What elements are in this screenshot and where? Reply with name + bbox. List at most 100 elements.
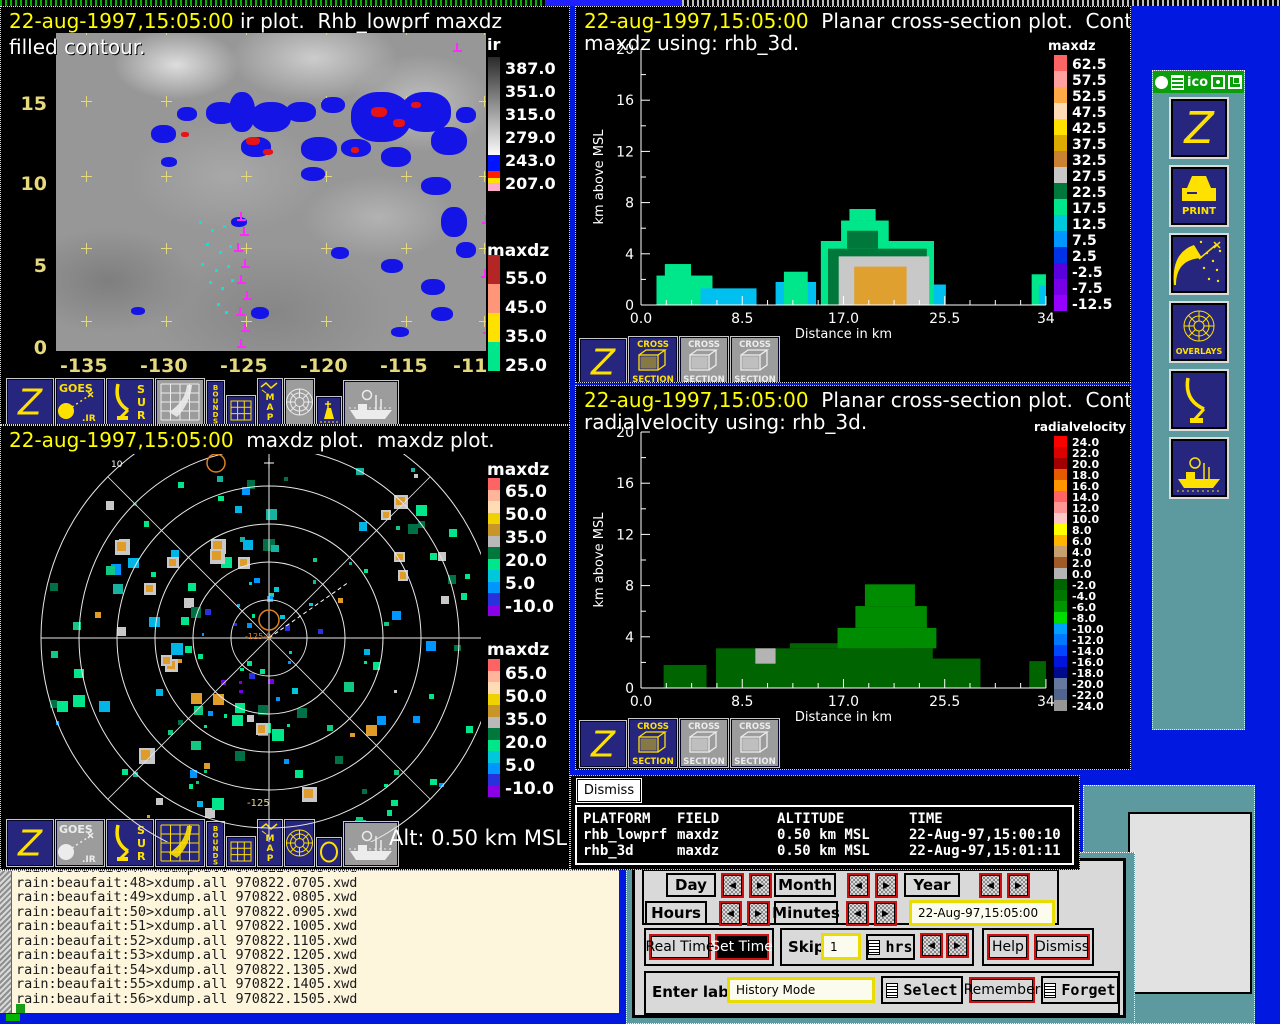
table-header: FIELD [677, 811, 719, 827]
minutes-prev-arrow[interactable]: ◀ [846, 901, 869, 926]
svg-text:R: R [137, 850, 146, 863]
cross-section-plot[interactable]: 0481216200.08.517.025.534Distance in kmk… [576, 7, 1131, 343]
menu-circle-icon[interactable] [1155, 76, 1168, 89]
panel-ir-map: 22-aug-1997,15:05:00 ir plot. Rhb_lowprf… [0, 6, 570, 425]
grid-cross [161, 243, 172, 254]
maximize-button[interactable] [1228, 75, 1242, 89]
cold-cloud-contour [161, 157, 177, 167]
year-next-arrow[interactable]: ▶ [1007, 873, 1030, 898]
xsect-icon[interactable]: CROSS SECTION [629, 719, 677, 767]
colorbar-segment [1054, 436, 1067, 447]
skip-next-arrow[interactable]: ▶ [946, 933, 969, 958]
xsect-icon[interactable]: CROSS SECTION [680, 337, 728, 383]
antenna-icon[interactable] [1171, 371, 1227, 429]
colorbar-segment [1054, 579, 1067, 590]
shipbig-icon[interactable] [1171, 439, 1227, 497]
table-cell: 0.50 km MSL [777, 827, 870, 843]
cross-section-plot[interactable]: 0481216200.08.517.025.534Distance in kmk… [576, 386, 1131, 726]
xsect-icon[interactable]: CROSS SECTION [731, 719, 779, 767]
real-time-button[interactable]: Real Time [649, 934, 711, 960]
iconify-button[interactable] [1211, 75, 1225, 89]
satdish-icon[interactable] [1171, 235, 1227, 293]
remember-button[interactable]: Remember [969, 977, 1035, 1003]
overlays-icon[interactable]: OVERLAYS [1171, 303, 1227, 361]
colorbar-tick: 17.5 [1072, 201, 1107, 217]
month-next-arrow[interactable]: ▶ [875, 873, 898, 898]
axis-label: 8 [625, 196, 634, 212]
gridradar-icon[interactable] [156, 379, 204, 425]
hours-next-arrow[interactable]: ▶ [747, 901, 770, 926]
day-prev-arrow[interactable]: ◀ [721, 873, 744, 898]
skip-prev-arrow[interactable]: ◀ [920, 933, 943, 958]
colorbar-segment [488, 740, 500, 752]
z-icon[interactable]: Z [580, 721, 626, 767]
colorbar-segment [1054, 645, 1067, 656]
month-prev-arrow[interactable]: ◀ [847, 873, 870, 898]
table-cell: rhb_lowprf [583, 827, 667, 843]
radar-origin-label: -125-0 [245, 632, 271, 641]
sur-icon[interactable]: S U R [107, 379, 153, 425]
colorbar-segment [1054, 601, 1067, 612]
z-icon[interactable]: Z [1171, 99, 1227, 157]
hrs-menu-button[interactable]: hrs [866, 934, 915, 960]
forget-button[interactable]: Forget [1041, 976, 1119, 1004]
colorbar-segment [1054, 546, 1067, 557]
skip-field[interactable]: 1 [821, 933, 861, 960]
z-icon[interactable]: Z [580, 339, 626, 383]
day-next-arrow[interactable]: ▶ [749, 873, 772, 898]
print-icon[interactable]: PRINT [1171, 167, 1227, 225]
time-field[interactable]: 22-Aug-97,15:05:00 [909, 900, 1055, 926]
satellite-ir-map[interactable] [56, 33, 486, 351]
z-icon[interactable]: Z [7, 379, 53, 425]
colorbar-tick: 37.5 [1072, 137, 1107, 153]
panel-radar-ppi: 22-aug-1997,15:05:00 maxdz plot. maxdz p… [0, 425, 570, 870]
ship-icon[interactable] [344, 381, 398, 425]
goes-icon[interactable]: GOES .IR [56, 379, 104, 425]
dismiss-button[interactable]: Dismiss [1034, 934, 1090, 960]
surface-report-dot [219, 251, 222, 254]
hours-button[interactable]: Hours [645, 901, 707, 925]
surface-report-dot [225, 311, 228, 314]
year-button[interactable]: Year [904, 873, 960, 897]
colorbar-tick: 20.0 [505, 551, 547, 571]
buoy-icon[interactable] [317, 397, 341, 425]
year-prev-arrow[interactable]: ◀ [979, 873, 1002, 898]
colorbar-segment [1054, 491, 1067, 502]
table-header: ALTITUDE [777, 811, 844, 827]
window-doc-icon[interactable] [1171, 75, 1184, 90]
day-button[interactable]: Day [666, 873, 716, 897]
minutes-button[interactable]: Minutes [774, 901, 838, 925]
terminal-window[interactable]: rain:beaufait:47>xdump.all 970822.0605.x… [0, 870, 619, 1013]
colorbar-segment [1054, 656, 1067, 667]
surface-report-dot [206, 243, 209, 246]
rings-icon[interactable] [285, 379, 314, 425]
terminal-scrollbar[interactable] [0, 871, 12, 1013]
colorbar-segment [488, 751, 500, 763]
circle-icon[interactable] [317, 838, 341, 866]
table-cell: 22-Aug-97,15:00:10 [909, 827, 1061, 843]
radar-ppi-display[interactable]: -125-0 [1, 454, 481, 842]
dismiss-button[interactable]: Dismiss [577, 779, 641, 802]
month-button[interactable]: Month [774, 873, 836, 897]
colorbar-segment [1054, 71, 1067, 87]
bounds-icon[interactable]: BOUNDS [207, 381, 224, 425]
select-button[interactable]: Select [881, 976, 963, 1004]
xsect-icon[interactable]: CROSS SECTION [629, 337, 677, 383]
grid-icon[interactable] [227, 396, 255, 425]
xsect-icon[interactable]: CROSS SECTION [731, 337, 779, 383]
svg-text:CROSS: CROSS [637, 722, 669, 732]
axis-label: km above MSL [592, 129, 607, 225]
axis-label: 25.5 [929, 694, 960, 710]
contour-cell [1029, 661, 1046, 688]
svg-text:.IR: .IR [82, 414, 96, 424]
cold-cloud-contour [381, 259, 403, 273]
grid-cross [321, 33, 332, 35]
map-icon[interactable]: MAP [258, 379, 282, 425]
minutes-next-arrow[interactable]: ▶ [874, 901, 897, 926]
xsect-icon[interactable]: CROSS SECTION [680, 719, 728, 767]
hours-prev-arrow[interactable]: ◀ [719, 901, 742, 926]
set-time-button[interactable]: Set Time [715, 934, 769, 960]
help-button[interactable]: Help [987, 934, 1029, 960]
axis-label: 0.0 [630, 311, 652, 327]
label-field[interactable]: History Mode [727, 977, 875, 1003]
